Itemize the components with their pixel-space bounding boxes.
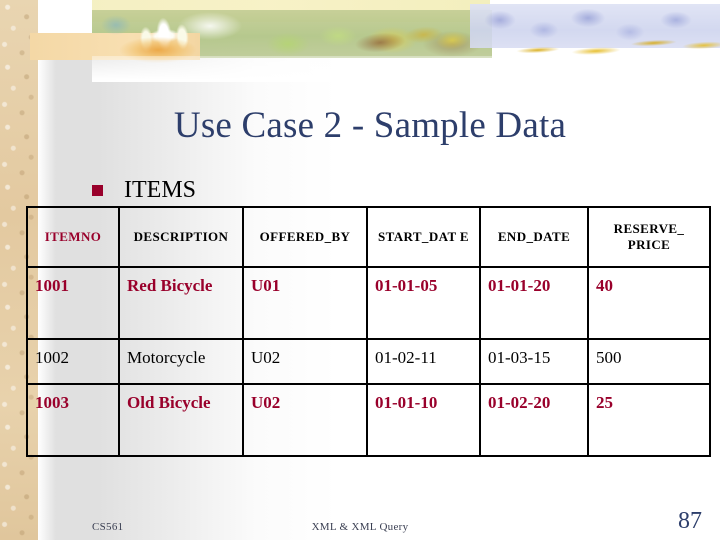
cell-itemno: 1003 [26,383,120,457]
floral-header-banner [0,0,720,82]
column-header-itemno: ITEMNO [26,206,120,268]
cell-reserve-price: 500 [587,338,711,385]
cell-end-date: 01-02-20 [479,383,589,457]
table-header-row: ITEMNO DESCRIPTION OFFERED_BY START_DAT … [26,206,711,268]
cell-offered-by: U01 [242,266,368,340]
cell-itemno: 1001 [26,266,120,340]
slide-number: 87 [678,508,702,534]
square-bullet-icon [92,184,103,196]
table-row: 1001 Red Bicycle U01 01-01-05 01-01-20 4… [26,266,711,340]
cell-description: Old Bicycle [118,383,244,457]
column-header-offered-by: OFFERED_BY [242,206,368,268]
items-table: ITEMNO DESCRIPTION OFFERED_BY START_DAT … [26,206,711,457]
cell-description: Red Bicycle [118,266,244,340]
column-header-start-date: START_DAT E [366,206,481,268]
banner-bottom-fade [92,56,720,82]
cell-reserve-price: 40 [587,266,711,340]
bullet-item-label: ITEMS [124,177,196,203]
table-row: 1002 Motorcycle U02 01-02-11 01-03-15 50… [26,338,711,385]
cell-start-date: 01-02-11 [366,338,481,385]
cell-itemno: 1002 [26,338,120,385]
footer-title-label: XML & XML Query [311,521,409,533]
column-header-description: DESCRIPTION [118,206,244,268]
column-header-end-date: END_DATE [479,206,589,268]
table-row: 1003 Old Bicycle U02 01-01-10 01-02-20 2… [26,383,711,457]
cell-reserve-price: 25 [587,383,711,457]
column-header-reserve-price: RESERVE_ PRICE [587,206,711,268]
cell-end-date: 01-01-20 [479,266,589,340]
slide: Use Case 2 - Sample Data ITEMS ITEMNO DE… [0,0,720,540]
cell-start-date: 01-01-05 [366,266,481,340]
page-title: Use Case 2 - Sample Data [173,105,567,146]
cell-offered-by: U02 [242,383,368,457]
bullet-list-item: ITEMS [92,177,196,203]
cell-description: Motorcycle [118,338,244,385]
cell-offered-by: U02 [242,338,368,385]
cell-start-date: 01-01-10 [366,383,481,457]
cell-end-date: 01-03-15 [479,338,589,385]
